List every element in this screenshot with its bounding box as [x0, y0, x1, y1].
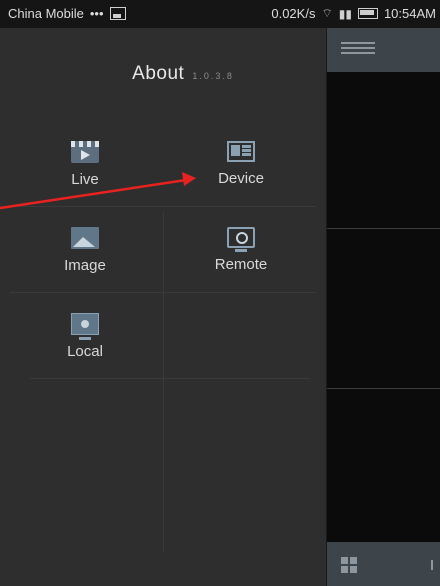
device-icon — [227, 141, 255, 162]
live-icon — [71, 140, 99, 163]
battery-icon — [357, 8, 378, 19]
navigation-drawer: About 1.0.3.8 Live Device Image Remote L… — [0, 28, 327, 586]
menu-item-label: Remote — [214, 256, 268, 273]
local-icon — [71, 312, 99, 340]
carrier-name: China Mobile — [8, 6, 84, 21]
carrier-dots: ••• — [89, 6, 104, 21]
main-header — [327, 28, 440, 72]
main-footer — [327, 542, 440, 586]
photo-notification-icon — [109, 7, 126, 20]
app-version: 1.0.3.8 — [192, 71, 234, 81]
live-view-panel — [327, 28, 440, 586]
menu-item-remote[interactable]: Remote — [166, 206, 316, 294]
status-left: China Mobile ••• — [8, 6, 126, 21]
menu-item-label: Device — [218, 170, 264, 187]
footer-control-icon[interactable] — [431, 560, 433, 570]
menu-item-label: Local — [67, 342, 103, 360]
network-speed: 0.02K/s — [271, 6, 316, 21]
status-bar: China Mobile ••• 0.02K/s ⌔ ▮▮ 10:54AM — [0, 0, 440, 28]
menu-icon[interactable] — [341, 42, 375, 56]
menu-item-device[interactable]: Device — [166, 120, 316, 208]
clock: 10:54AM — [383, 6, 436, 21]
image-icon — [71, 226, 99, 249]
menu-item-local[interactable]: Local — [10, 292, 160, 380]
video-cell-divider — [327, 388, 440, 389]
about-label: About — [132, 63, 185, 84]
status-right: 0.02K/s ⌔ ▮▮ 10:54AM — [271, 6, 436, 21]
phone-screen: China Mobile ••• 0.02K/s ⌔ ▮▮ 10:54AM Ab… — [0, 0, 440, 586]
video-cell-divider — [327, 228, 440, 229]
menu-item-live[interactable]: Live — [10, 120, 160, 208]
menu-item-label: Image — [64, 256, 106, 274]
menu-item-label: Live — [71, 170, 99, 188]
grid-divider — [163, 212, 164, 552]
grid-icon[interactable] — [341, 557, 357, 573]
wifi-icon: ⌔ — [321, 6, 333, 20]
remote-icon — [227, 227, 255, 252]
signal-icon: ▮▮ — [338, 6, 352, 21]
menu-item-image[interactable]: Image — [10, 206, 160, 294]
about-button[interactable]: About 1.0.3.8 — [0, 28, 326, 120]
